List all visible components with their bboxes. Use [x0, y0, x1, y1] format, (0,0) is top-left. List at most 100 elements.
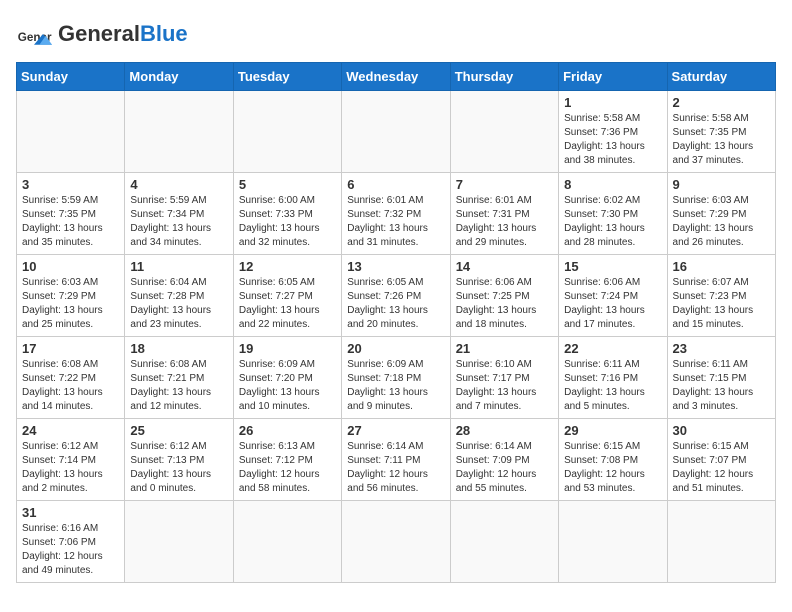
day-number: 20: [347, 341, 444, 356]
day-number: 16: [673, 259, 770, 274]
day-info: Sunrise: 6:14 AM Sunset: 7:09 PM Dayligh…: [456, 440, 553, 496]
day-info: Sunrise: 6:01 AM Sunset: 7:32 PM Dayligh…: [347, 194, 444, 250]
day-info: Sunrise: 6:02 AM Sunset: 7:30 PM Dayligh…: [564, 194, 661, 250]
day-number: 28: [456, 423, 553, 438]
calendar-day-cell: 24 Sunrise: 6:12 AM Sunset: 7:14 PM Dayli…: [17, 419, 125, 501]
calendar-day-cell: 13 Sunrise: 6:05 AM Sunset: 7:26 PM Dayli…: [342, 255, 450, 337]
calendar-day-cell: [450, 91, 558, 173]
day-info: Sunrise: 6:08 AM Sunset: 7:21 PM Dayligh…: [130, 358, 227, 414]
day-info: Sunrise: 6:10 AM Sunset: 7:17 PM Dayligh…: [456, 358, 553, 414]
day-info: Sunrise: 6:16 AM Sunset: 7:06 PM Dayligh…: [22, 522, 119, 578]
day-number: 13: [347, 259, 444, 274]
calendar-week-row: 31 Sunrise: 6:16 AM Sunset: 7:06 PM Dayli…: [17, 501, 776, 583]
day-number: 18: [130, 341, 227, 356]
day-number: 15: [564, 259, 661, 274]
calendar-day-cell: 31 Sunrise: 6:16 AM Sunset: 7:06 PM Dayli…: [17, 501, 125, 583]
calendar-day-cell: 27Sunrise: 6:14 AM Sunset: 7:11 PM Dayli…: [342, 419, 450, 501]
calendar-day-cell: 14 Sunrise: 6:06 AM Sunset: 7:25 PM Dayli…: [450, 255, 558, 337]
day-of-week-header: Tuesday: [233, 63, 341, 91]
calendar-day-cell: 3 Sunrise: 5:59 AM Sunset: 7:35 PM Daylig…: [17, 173, 125, 255]
day-of-week-header: Wednesday: [342, 63, 450, 91]
day-of-week-header: Monday: [125, 63, 233, 91]
day-info: Sunrise: 6:01 AM Sunset: 7:31 PM Dayligh…: [456, 194, 553, 250]
calendar-day-cell: 18 Sunrise: 6:08 AM Sunset: 7:21 PM Dayli…: [125, 337, 233, 419]
calendar-day-cell: 21 Sunrise: 6:10 AM Sunset: 7:17 PM Dayli…: [450, 337, 558, 419]
day-info: Sunrise: 6:11 AM Sunset: 7:15 PM Dayligh…: [673, 358, 770, 414]
day-of-week-header: Saturday: [667, 63, 775, 91]
day-number: 3: [22, 177, 119, 192]
day-info: Sunrise: 6:04 AM Sunset: 7:28 PM Dayligh…: [130, 276, 227, 332]
calendar-day-cell: [233, 91, 341, 173]
day-number: 27: [347, 423, 444, 438]
day-of-week-header: Friday: [559, 63, 667, 91]
calendar-day-cell: 20 Sunrise: 6:09 AM Sunset: 7:18 PM Dayli…: [342, 337, 450, 419]
calendar-day-cell: 22 Sunrise: 6:11 AM Sunset: 7:16 PM Dayli…: [559, 337, 667, 419]
calendar-day-cell: 30Sunrise: 6:15 AM Sunset: 7:07 PM Dayli…: [667, 419, 775, 501]
day-number: 12: [239, 259, 336, 274]
day-number: 8: [564, 177, 661, 192]
calendar-table: SundayMondayTuesdayWednesdayThursdayFrid…: [16, 62, 776, 583]
day-number: 30: [673, 423, 770, 438]
calendar-day-cell: 10Sunrise: 6:03 AM Sunset: 7:29 PM Dayli…: [17, 255, 125, 337]
calendar-day-cell: 1Sunrise: 5:58 AM Sunset: 7:36 PM Daylig…: [559, 91, 667, 173]
day-number: 24: [22, 423, 119, 438]
day-number: 23: [673, 341, 770, 356]
day-info: Sunrise: 6:05 AM Sunset: 7:26 PM Dayligh…: [347, 276, 444, 332]
day-number: 22: [564, 341, 661, 356]
calendar-day-cell: [17, 91, 125, 173]
day-info: Sunrise: 6:06 AM Sunset: 7:25 PM Dayligh…: [456, 276, 553, 332]
day-number: 26: [239, 423, 336, 438]
calendar-week-row: 17Sunrise: 6:08 AM Sunset: 7:22 PM Dayli…: [17, 337, 776, 419]
day-info: Sunrise: 6:09 AM Sunset: 7:20 PM Dayligh…: [239, 358, 336, 414]
day-info: Sunrise: 5:59 AM Sunset: 7:34 PM Dayligh…: [130, 194, 227, 250]
day-number: 19: [239, 341, 336, 356]
day-number: 10: [22, 259, 119, 274]
calendar-day-cell: 8 Sunrise: 6:02 AM Sunset: 7:30 PM Daylig…: [559, 173, 667, 255]
calendar-day-cell: 28 Sunrise: 6:14 AM Sunset: 7:09 PM Dayli…: [450, 419, 558, 501]
calendar-day-cell: 23 Sunrise: 6:11 AM Sunset: 7:15 PM Dayli…: [667, 337, 775, 419]
day-number: 31: [22, 505, 119, 520]
day-number: 7: [456, 177, 553, 192]
day-info: Sunrise: 6:15 AM Sunset: 7:08 PM Dayligh…: [564, 440, 661, 496]
calendar-day-cell: [559, 501, 667, 583]
day-info: Sunrise: 5:58 AM Sunset: 7:35 PM Dayligh…: [673, 112, 770, 168]
calendar-day-cell: 2 Sunrise: 5:58 AM Sunset: 7:35 PM Daylig…: [667, 91, 775, 173]
calendar-week-row: 3 Sunrise: 5:59 AM Sunset: 7:35 PM Daylig…: [17, 173, 776, 255]
calendar-day-cell: 19 Sunrise: 6:09 AM Sunset: 7:20 PM Dayli…: [233, 337, 341, 419]
day-number: 4: [130, 177, 227, 192]
calendar-day-cell: 25Sunrise: 6:12 AM Sunset: 7:13 PM Dayli…: [125, 419, 233, 501]
calendar-day-cell: [450, 501, 558, 583]
day-number: 25: [130, 423, 227, 438]
day-number: 6: [347, 177, 444, 192]
calendar-day-cell: 16Sunrise: 6:07 AM Sunset: 7:23 PM Dayli…: [667, 255, 775, 337]
calendar-day-cell: 6 Sunrise: 6:01 AM Sunset: 7:32 PM Daylig…: [342, 173, 450, 255]
day-of-week-header: Sunday: [17, 63, 125, 91]
day-number: 2: [673, 95, 770, 110]
calendar-day-cell: 26 Sunrise: 6:13 AM Sunset: 7:12 PM Dayli…: [233, 419, 341, 501]
day-info: Sunrise: 6:06 AM Sunset: 7:24 PM Dayligh…: [564, 276, 661, 332]
calendar-day-cell: [125, 91, 233, 173]
calendar-day-cell: 15 Sunrise: 6:06 AM Sunset: 7:24 PM Dayli…: [559, 255, 667, 337]
day-info: Sunrise: 6:13 AM Sunset: 7:12 PM Dayligh…: [239, 440, 336, 496]
calendar-day-cell: [125, 501, 233, 583]
calendar-day-cell: 4 Sunrise: 5:59 AM Sunset: 7:34 PM Daylig…: [125, 173, 233, 255]
calendar-day-cell: 9Sunrise: 6:03 AM Sunset: 7:29 PM Daylig…: [667, 173, 775, 255]
calendar-day-cell: [342, 91, 450, 173]
calendar-week-row: 10Sunrise: 6:03 AM Sunset: 7:29 PM Dayli…: [17, 255, 776, 337]
day-info: Sunrise: 5:59 AM Sunset: 7:35 PM Dayligh…: [22, 194, 119, 250]
day-number: 14: [456, 259, 553, 274]
day-number: 5: [239, 177, 336, 192]
calendar-week-row: 24 Sunrise: 6:12 AM Sunset: 7:14 PM Dayli…: [17, 419, 776, 501]
day-number: 21: [456, 341, 553, 356]
day-info: Sunrise: 6:11 AM Sunset: 7:16 PM Dayligh…: [564, 358, 661, 414]
day-info: Sunrise: 6:09 AM Sunset: 7:18 PM Dayligh…: [347, 358, 444, 414]
logo: General GeneralBlue: [16, 16, 188, 52]
day-number: 11: [130, 259, 227, 274]
day-number: 17: [22, 341, 119, 356]
day-info: Sunrise: 6:03 AM Sunset: 7:29 PM Dayligh…: [673, 194, 770, 250]
calendar-day-cell: [667, 501, 775, 583]
calendar-day-cell: 11 Sunrise: 6:04 AM Sunset: 7:28 PM Dayli…: [125, 255, 233, 337]
day-info: Sunrise: 6:12 AM Sunset: 7:14 PM Dayligh…: [22, 440, 119, 496]
calendar-day-cell: [342, 501, 450, 583]
calendar-day-cell: 7 Sunrise: 6:01 AM Sunset: 7:31 PM Daylig…: [450, 173, 558, 255]
